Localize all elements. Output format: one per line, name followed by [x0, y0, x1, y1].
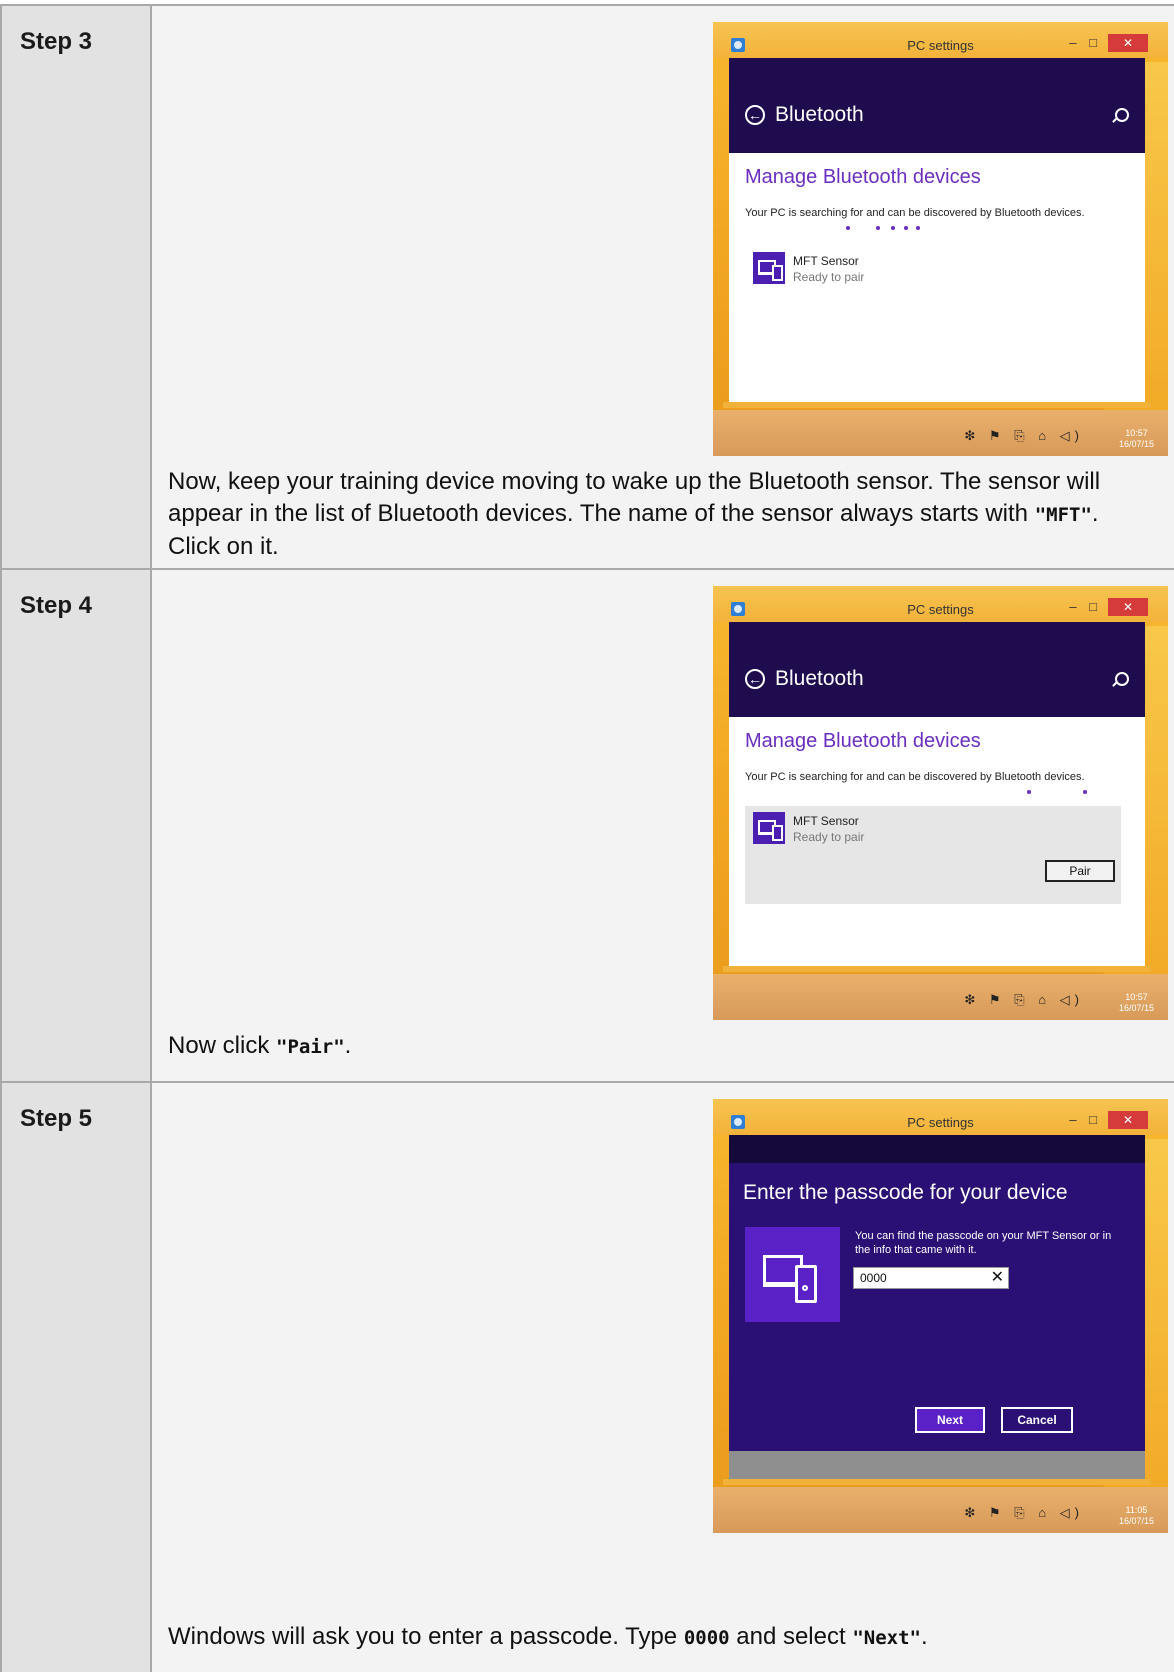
taskbar: ❇ ⚑ ⎘ ⌂ ◁) 11:05 16/07/15: [713, 1487, 1168, 1533]
taskbar: ❇ ⚑ ⎘ ⌂ ◁) 10:57 16/07/15: [713, 410, 1168, 456]
step-cell: Step 3: [0, 6, 152, 568]
device-tile: [745, 1227, 840, 1322]
desc-code: "Next": [852, 1627, 921, 1649]
passcode-input[interactable]: 0000 ✕: [853, 1267, 1009, 1289]
desc-text: and select: [729, 1623, 853, 1650]
settings-header: ← Bluetooth: [729, 622, 1145, 717]
settings-pane: Enter the passcode for your device You c…: [729, 1135, 1145, 1479]
device-name: MFT Sensor: [793, 814, 859, 828]
device-status: Ready to pair: [793, 830, 865, 844]
step-description: Windows will ask you to enter a passcode…: [168, 1621, 1154, 1654]
taskbar: ❇ ⚑ ⎘ ⌂ ◁) 10:57 16/07/15: [713, 974, 1168, 1020]
pair-button[interactable]: Pair: [1045, 860, 1115, 882]
window-border: [723, 402, 1151, 408]
device-list-item-selected[interactable]: MFT Sensor Ready to pair Pair: [745, 806, 1121, 904]
clock-date: 16/07/15: [1118, 1516, 1154, 1526]
searching-text: Your PC is searching for and can be disc…: [745, 771, 1085, 783]
header-title: Bluetooth: [775, 667, 864, 690]
screenshot-bluetooth-pair: PC settings – □ ✕ ← Bluetooth Manage Blu…: [713, 586, 1168, 1020]
step-row-5: Step 5 PC settings – □ ✕ Enter the passc…: [0, 1083, 1174, 1672]
step-cell: Step 4: [0, 570, 152, 1081]
step-description: Now click "Pair".: [168, 1030, 1154, 1063]
desc-text: Now, keep your training device moving to…: [168, 468, 1101, 527]
window-titlebar: PC settings – □ ✕: [713, 586, 1168, 622]
dialog-help-text: You can find the passcode on your MFT Se…: [855, 1230, 1112, 1256]
close-button[interactable]: ✕: [1108, 1111, 1148, 1129]
search-icon[interactable]: [1115, 672, 1129, 686]
window-border: [723, 966, 1151, 972]
settings-header: ← Bluetooth: [729, 58, 1145, 153]
progress-dot: [891, 226, 895, 230]
step-cell: Step 5: [0, 1083, 152, 1672]
close-button[interactable]: ✕: [1108, 598, 1148, 616]
clock[interactable]: 10:57 16/07/15: [1119, 992, 1154, 1014]
passcode-value: 0000: [860, 1271, 887, 1285]
manage-title: Manage Bluetooth devices: [745, 166, 981, 188]
clock-date: 16/07/15: [1118, 1003, 1154, 1013]
device-icon: [753, 812, 785, 844]
step-description: Now, keep your training device moving to…: [168, 466, 1154, 563]
desc-text: .: [920, 1623, 928, 1650]
clock-date: 16/07/15: [1118, 439, 1154, 449]
progress-dot: [1027, 790, 1031, 794]
clear-icon[interactable]: ✕: [991, 1269, 1004, 1287]
step-row-4: Step 4 PC settings – □ ✕ ← Bluetooth Man…: [0, 570, 1174, 1081]
search-icon[interactable]: [1115, 108, 1129, 122]
minimize-button[interactable]: –: [1064, 1112, 1082, 1127]
searching-text: Your PC is searching for and can be disc…: [745, 207, 1085, 219]
dialog-title: Enter the passcode for your device: [743, 1181, 1068, 1204]
progress-dot: [904, 226, 908, 230]
close-button[interactable]: ✕: [1108, 34, 1148, 52]
phone-icon: [795, 1265, 817, 1303]
system-tray[interactable]: ❇ ⚑ ⎘ ⌂ ◁): [964, 1505, 1084, 1521]
clock-time: 10:57: [1125, 992, 1148, 1002]
desc-text: .: [344, 1032, 352, 1059]
clock-time: 10:57: [1125, 428, 1148, 438]
dialog-overlay-bottom: [729, 1451, 1145, 1479]
system-tray[interactable]: ❇ ⚑ ⎘ ⌂ ◁): [964, 428, 1084, 444]
settings-pane: ← Bluetooth Manage Bluetooth devices You…: [729, 622, 1145, 966]
step-row-3: Step 3 PC settings – □ ✕ ← Bluetooth Man…: [0, 6, 1174, 568]
instructions-table: Step 3 PC settings – □ ✕ ← Bluetooth Man…: [0, 4, 1174, 1672]
device-status: Ready to pair: [793, 270, 865, 284]
device-icon: [753, 252, 785, 284]
back-arrow-icon[interactable]: ←: [745, 669, 765, 689]
clock[interactable]: 10:57 16/07/15: [1119, 428, 1154, 450]
minimize-button[interactable]: –: [1064, 599, 1082, 614]
progress-dot: [1083, 790, 1087, 794]
settings-pane: ← Bluetooth Manage Bluetooth devices You…: [729, 58, 1145, 402]
back-arrow-icon[interactable]: ←: [745, 105, 765, 125]
step-label: Step 4: [20, 592, 93, 619]
step-label: Step 3: [20, 28, 93, 55]
window-titlebar: PC settings – □ ✕: [713, 1099, 1168, 1135]
manage-title: Manage Bluetooth devices: [745, 730, 981, 752]
progress-dot: [876, 226, 880, 230]
window-titlebar: PC settings – □ ✕: [713, 22, 1168, 58]
device-list-item[interactable]: MFT Sensor Ready to pair: [745, 246, 1121, 298]
step-label: Step 5: [20, 1105, 93, 1132]
screenshot-bluetooth-search: PC settings – □ ✕ ← Bluetooth Manage Blu…: [713, 22, 1168, 456]
desc-code: "MFT": [1034, 504, 1092, 526]
maximize-button[interactable]: □: [1084, 35, 1102, 50]
progress-dot: [916, 226, 920, 230]
header-title: Bluetooth: [775, 103, 864, 126]
next-button[interactable]: Next: [915, 1407, 985, 1433]
maximize-button[interactable]: □: [1084, 599, 1102, 614]
clock-time: 11:05: [1125, 1505, 1148, 1515]
passcode-dialog: Enter the passcode for your device You c…: [729, 1163, 1145, 1451]
clock[interactable]: 11:05 16/07/15: [1119, 1505, 1154, 1527]
device-name: MFT Sensor: [793, 254, 859, 268]
progress-dot: [846, 226, 850, 230]
cancel-button[interactable]: Cancel: [1001, 1407, 1073, 1433]
system-tray[interactable]: ❇ ⚑ ⎘ ⌂ ◁): [964, 992, 1084, 1008]
maximize-button[interactable]: □: [1084, 1112, 1102, 1127]
minimize-button[interactable]: –: [1064, 35, 1082, 50]
desc-code: 0000: [683, 1627, 730, 1649]
desc-code: "Pair": [276, 1036, 345, 1058]
desc-text: Windows will ask you to enter a passcode…: [168, 1623, 684, 1650]
dialog-overlay-top: [729, 1135, 1145, 1163]
desc-text: Now click: [168, 1032, 277, 1059]
window-border: [723, 1479, 1151, 1485]
screenshot-passcode: PC settings – □ ✕ Enter the passcode for…: [713, 1099, 1168, 1533]
